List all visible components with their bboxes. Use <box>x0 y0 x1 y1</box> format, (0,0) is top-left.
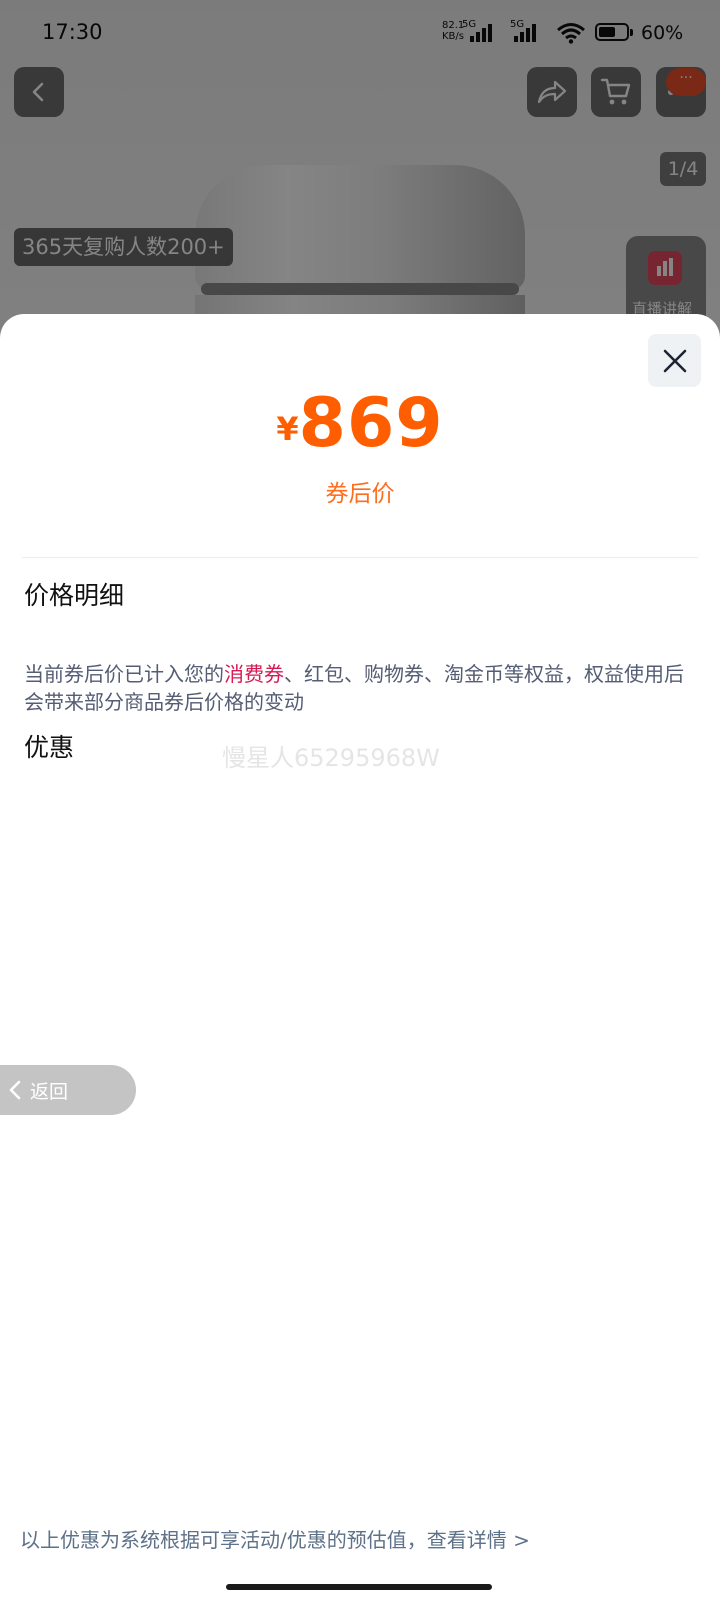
view-details-link[interactable]: 以上优惠为系统根据可享活动/优惠的预估值，查看详情 > <box>20 1524 530 1553</box>
chevron-left-icon <box>9 1080 21 1100</box>
price-caption: 券后价 <box>325 481 395 507</box>
home-indicator[interactable] <box>226 1584 492 1590</box>
price-currency: ¥ <box>276 410 299 448</box>
price-detail-sheet: ¥869 券后价 价格明细 当前券后价已计入您的消费券、红包、购物券、淘金币等权… <box>0 314 720 1600</box>
watermark: 慢星人65295968W <box>222 744 440 772</box>
return-label: 返回 <box>30 1080 69 1103</box>
coupon-price: ¥869 <box>0 384 720 463</box>
consumer-coupon-link[interactable]: 消费券 <box>224 662 284 686</box>
close-icon <box>663 349 686 372</box>
price-value: 869 <box>298 384 444 463</box>
discount-title: 优惠 <box>24 733 75 762</box>
price-note: 当前券后价已计入您的消费券、红包、购物券、淘金币等权益，权益使用后会带来部分商品… <box>24 660 684 716</box>
divider <box>22 557 698 558</box>
close-button[interactable] <box>648 334 701 387</box>
breakdown-title: 价格明细 <box>24 581 125 610</box>
return-button[interactable]: 返回 <box>0 1065 136 1115</box>
price-note-before: 当前券后价已计入您的 <box>24 662 224 686</box>
